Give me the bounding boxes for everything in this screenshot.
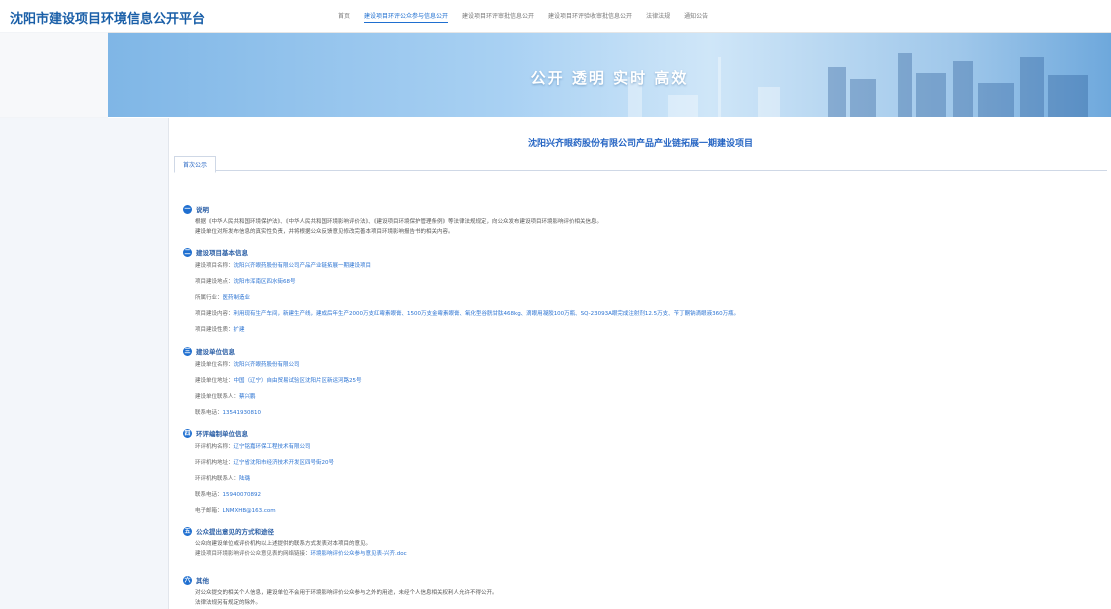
info-row: 建设单位名称：沈阳兴齐眼药股份有限公司 [195, 362, 300, 368]
info-row: 项目建设地点：沈阳市浑南区四水街68号 [195, 279, 296, 285]
description-line: 建设单位对所发布信息的真实性负责，并将根据公众反馈意见修改完善本项目环境影响报告… [195, 229, 454, 235]
project-title: 沈阳兴齐眼药股份有限公司产品产业链拓展一期建设项目 [527, 139, 753, 149]
other-line: 法律法规另有规定的除外。 [195, 600, 262, 606]
other-line: 对公众提交的相关个人信息，建设单位不会用于环境影响评价公众参与之外的用途，未经个… [195, 590, 498, 596]
section-title: 公众提出意见的方式和途径 [196, 528, 274, 536]
section-eia-agency-info: 四环评编制单位信息 环评机构名称：辽宁铭嘉环保工程技术有限公司 环评机构地址：辽… [183, 428, 334, 514]
email-link[interactable]: LNMXHB@163.com [223, 508, 276, 514]
main-nav: 首页 建设项目环评公众参与信息公开 建设项目环评审批信息公开 建设项目环评验收审… [338, 11, 708, 23]
info-row: 环评机构地址：辽宁省沈阳市经济技术开发区四号街20号 [195, 460, 335, 466]
tab-divider [174, 170, 1107, 171]
info-row: 项目建设性质：扩建 [195, 327, 245, 333]
info-row: 联系电话：15940070892 [195, 492, 262, 498]
main-content: 沈阳兴齐眼药股份有限公司产品产业链拓展一期建设项目 首次公示 一说明 根据《中华… [170, 118, 1111, 609]
nav-notices[interactable]: 通知公告 [684, 11, 708, 23]
section-title: 建设项目基本信息 [196, 249, 248, 257]
section-title: 说明 [196, 206, 209, 214]
section-description: 一说明 根据《中华人民共和国环境保护法》、《中华人民共和国环境影响评价法》、《建… [183, 204, 602, 235]
section-title: 建设单位信息 [196, 348, 235, 356]
section-other: 六其他 对公众提交的相关个人信息，建设单位不会用于环境影响评价公众参与之外的用途… [183, 575, 498, 606]
info-row: 环评机构名称：辽宁铭嘉环保工程技术有限公司 [195, 444, 311, 450]
section-number-badge: 四 [183, 428, 192, 438]
tab-first-announcement[interactable]: 首次公示 [174, 156, 217, 173]
banner-slogan: 公开 透明 实时 高效 [530, 69, 689, 87]
hero-banner: 公开 透明 实时 高效 [108, 33, 1111, 117]
nav-home[interactable]: 首页 [338, 11, 350, 23]
feedback-form-link[interactable]: 环境影响评价公众参与意见表-兴齐.doc [311, 551, 407, 557]
info-row: 联系电话：13541930810 [195, 410, 262, 416]
section-number-badge: 二 [183, 247, 192, 257]
site-logo[interactable]: 沈阳市建设项目环境信息公开平台 [10, 8, 205, 27]
info-row: 建设单位联系人：蔡兴鹏 [195, 394, 256, 400]
info-row: 建设单位地址：中国（辽宁）自由贸易试验区沈阳片区新运河路25号 [195, 378, 362, 384]
section-number-badge: 六 [183, 575, 192, 585]
skyline-building [758, 87, 780, 117]
left-sidebar [0, 118, 169, 609]
section-title: 环评编制单位信息 [196, 430, 248, 438]
section-builder-info: 三建设单位信息 建设单位名称：沈阳兴齐眼药股份有限公司 建设单位地址：中国（辽宁… [183, 346, 362, 416]
section-number-badge: 一 [183, 204, 192, 214]
info-row: 电子邮箱：LNMXHB@163.com [195, 508, 276, 514]
section-title: 其他 [196, 577, 209, 585]
info-row: 项目建设内容：利用现有生产车间，新建生产线，建成后年生产2000万支红霉素眼膏、… [195, 311, 740, 317]
nav-laws[interactable]: 法律法规 [646, 11, 670, 23]
section-public-feedback: 五公众提出意见的方式和途径 公众向建设单位或评价机构以上述提供的联系方式发表对本… [183, 526, 407, 557]
feedback-line: 公众向建设单位或评价机构以上述提供的联系方式发表对本项目的意见。 [195, 541, 372, 547]
section-number-badge: 五 [183, 526, 192, 536]
description-line: 根据《中华人民共和国环境保护法》、《中华人民共和国环境影响评价法》、《建设项目环… [195, 219, 603, 225]
section-project-info: 二建设项目基本信息 建设项目名称：沈阳兴齐眼药股份有限公司产品产业链拓展一期建设… [183, 247, 739, 333]
skyline-building [668, 95, 698, 117]
left-top-panel [0, 33, 109, 117]
info-row: 环评机构联系人：陆璐 [195, 476, 251, 482]
info-row: 所属行业：医药制造业 [195, 295, 251, 301]
nav-eia-public-participation[interactable]: 建设项目环评公众参与信息公开 [364, 11, 449, 23]
info-row: 建设项目名称：沈阳兴齐眼药股份有限公司产品产业链拓展一期建设项目 [195, 263, 372, 269]
top-bar: 沈阳市建设项目环境信息公开平台 首页 建设项目环评公众参与信息公开 建设项目环评… [0, 0, 1111, 33]
nav-eia-acceptance[interactable]: 建设项目环评验收审批信息公开 [548, 11, 632, 23]
nav-eia-approval[interactable]: 建设项目环评审批信息公开 [462, 11, 534, 23]
feedback-link-row: 建设项目环境影响评价公众意见表的网络链接：环境影响评价公众参与意见表-兴齐.do… [195, 551, 407, 557]
section-number-badge: 三 [183, 346, 192, 356]
skyline-building [978, 83, 1014, 117]
